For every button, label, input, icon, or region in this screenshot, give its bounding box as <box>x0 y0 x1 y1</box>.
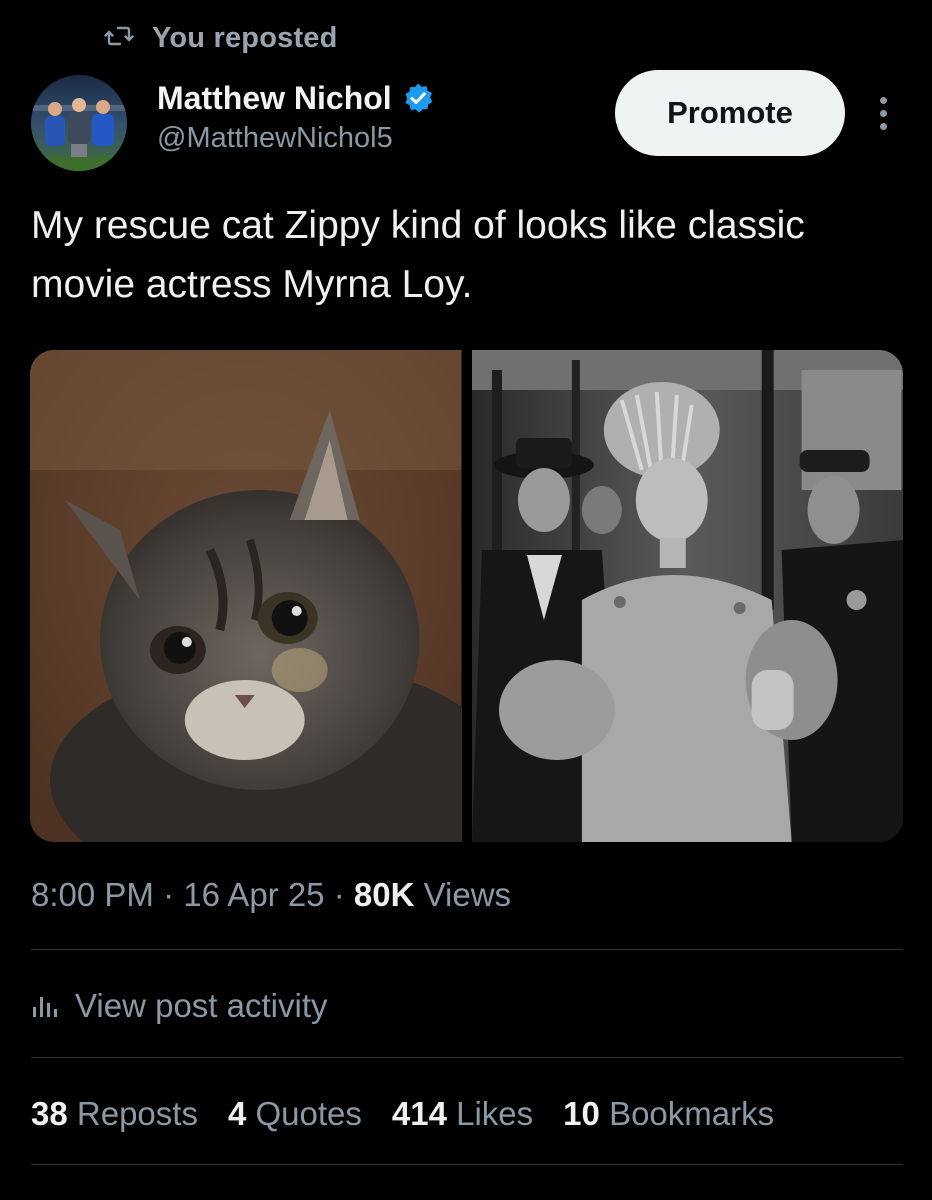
author-display-name[interactable]: Matthew Nichol <box>157 80 392 117</box>
promote-button[interactable]: Promote <box>615 70 845 156</box>
repost-icon <box>104 24 134 53</box>
bookmarks-label: Bookmarks <box>609 1095 775 1132</box>
engagement-stats: 38 Reposts 4 Quotes 414 Likes 10 Bookmar… <box>31 1090 774 1138</box>
quotes-stat[interactable]: 4 Quotes <box>228 1095 362 1133</box>
divider <box>31 949 903 950</box>
reposts-count: 38 <box>31 1095 68 1132</box>
meta-separator: · <box>333 876 345 913</box>
quotes-label: Quotes <box>255 1095 362 1132</box>
likes-stat[interactable]: 414 Likes <box>392 1095 533 1133</box>
quotes-count: 4 <box>227 1095 247 1132</box>
meta-separator: · <box>163 876 175 913</box>
views-label: Views <box>423 876 512 913</box>
divider <box>31 1057 903 1058</box>
post-time[interactable]: 8:00 PM <box>31 876 154 913</box>
author-name-row[interactable]: Matthew Nichol <box>157 76 434 120</box>
post-media[interactable] <box>30 350 903 842</box>
analytics-icon <box>31 989 61 1024</box>
more-options-icon[interactable] <box>866 90 900 136</box>
views-count: 80K <box>353 876 415 913</box>
divider <box>31 1164 903 1165</box>
repost-context: You reposted <box>104 18 338 58</box>
post-meta: 8:00 PM · 16 Apr 25 · 80K Views <box>31 876 511 914</box>
author-handle[interactable]: @MatthewNichol5 <box>157 122 393 155</box>
cat-photo[interactable] <box>30 350 462 842</box>
reposts-label: Reposts <box>76 1095 198 1132</box>
post-text: My rescue cat Zippy kind of looks like c… <box>31 204 805 306</box>
movie-still[interactable] <box>471 350 903 842</box>
likes-count: 414 <box>391 1095 447 1132</box>
reposts-stat[interactable]: 38 Reposts <box>31 1095 198 1133</box>
bookmarks-stat[interactable]: 10 Bookmarks <box>563 1095 774 1133</box>
repost-label: You reposted <box>152 21 338 54</box>
verified-badge-icon <box>402 82 434 114</box>
view-post-activity-label: View post activity <box>75 987 328 1024</box>
likes-label: Likes <box>456 1095 534 1132</box>
post-date[interactable]: 16 Apr 25 <box>183 876 324 913</box>
avatar[interactable] <box>31 75 127 171</box>
bookmarks-count: 10 <box>563 1095 600 1132</box>
view-post-activity-button[interactable]: View post activity <box>31 982 328 1030</box>
